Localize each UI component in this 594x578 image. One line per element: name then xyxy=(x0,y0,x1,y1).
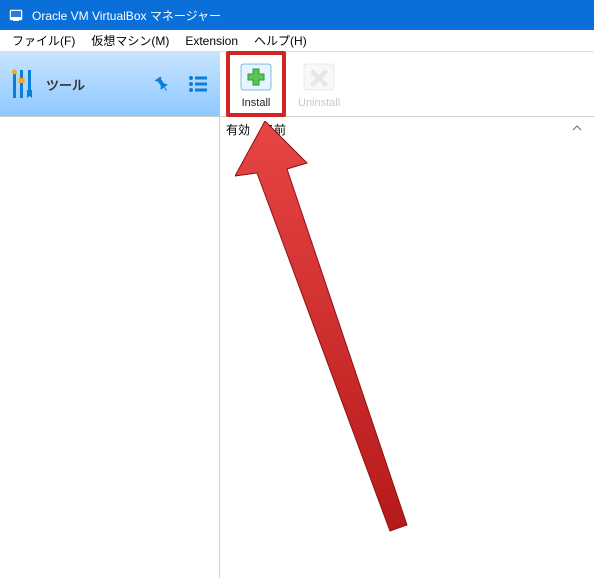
uninstall-label: Uninstall xyxy=(298,97,340,109)
collapse-chevron-icon[interactable] xyxy=(570,121,584,138)
uninstall-x-icon xyxy=(301,59,337,95)
toolbar: ツール Install xyxy=(0,52,594,116)
install-plus-icon xyxy=(238,59,274,95)
tools-navigation[interactable]: ツール xyxy=(0,52,220,116)
menu-help[interactable]: ヘルプ(H) xyxy=(246,30,315,51)
menubar: ファイル(F) 仮想マシン(M) Extension ヘルプ(H) xyxy=(0,30,594,52)
annotation-arrow xyxy=(235,121,555,561)
menu-extension[interactable]: Extension xyxy=(177,32,246,50)
action-toolbar: Install Uninstall xyxy=(220,52,594,116)
column-name[interactable]: 名前 xyxy=(262,121,286,138)
tools-label: ツール xyxy=(46,75,138,94)
list-menu-icon[interactable] xyxy=(186,72,210,96)
window-title: Oracle VM VirtualBox マネージャー xyxy=(32,7,221,24)
install-button[interactable]: Install xyxy=(226,51,286,117)
menu-machine[interactable]: 仮想マシン(M) xyxy=(83,30,177,51)
tools-icon xyxy=(10,64,38,104)
content-area: 有効 名前 xyxy=(0,116,594,578)
column-enabled[interactable]: 有効 xyxy=(226,121,250,138)
app-icon xyxy=(8,7,24,23)
pin-icon[interactable] xyxy=(150,72,174,96)
column-headers: 有効 名前 xyxy=(220,117,594,143)
sidebar xyxy=(0,117,220,578)
install-label: Install xyxy=(242,97,271,109)
extension-list-panel: 有効 名前 xyxy=(220,117,594,578)
uninstall-button: Uninstall xyxy=(290,55,348,113)
window-titlebar: Oracle VM VirtualBox マネージャー xyxy=(0,0,594,30)
menu-file[interactable]: ファイル(F) xyxy=(4,30,83,51)
